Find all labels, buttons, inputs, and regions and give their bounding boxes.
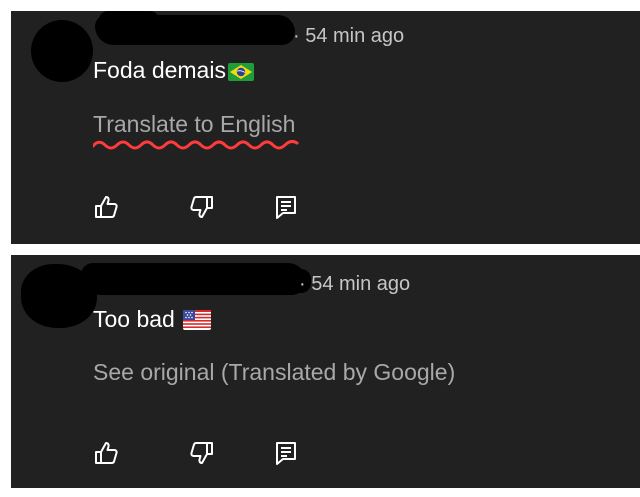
comment-text: Foda demais (93, 57, 254, 87)
thumbs-up-icon[interactable] (93, 194, 119, 220)
comment-body: Foda demais (93, 57, 226, 83)
us-flag-icon (183, 309, 212, 336)
comment-body: Too bad (93, 306, 175, 332)
see-original-link[interactable]: See original (Translated by Google) (93, 359, 455, 386)
spellcheck-squiggle (93, 139, 299, 150)
translate-link[interactable]: Translate to English (93, 111, 295, 138)
reply-icon[interactable] (273, 440, 299, 466)
thumbs-down-icon[interactable] (189, 440, 215, 466)
avatar-redacted[interactable] (31, 20, 93, 82)
thumbs-down-icon[interactable] (189, 194, 215, 220)
brazil-flag-icon (227, 60, 254, 87)
username-redaction-tail (99, 11, 159, 29)
comment-text: Too bad (93, 306, 212, 336)
reply-icon[interactable] (273, 194, 299, 220)
comment-timestamp: · 54 min ago (299, 273, 411, 295)
username-redaction-tail (161, 269, 311, 293)
thumbs-up-icon[interactable] (93, 440, 119, 466)
comment-card-1: · 54 min ago Foda demais Translate to En… (11, 11, 640, 244)
comment-timestamp: · 54 min ago (293, 25, 405, 47)
comment-card-2: · 54 min ago Too bad See original (Trans… (11, 255, 640, 488)
